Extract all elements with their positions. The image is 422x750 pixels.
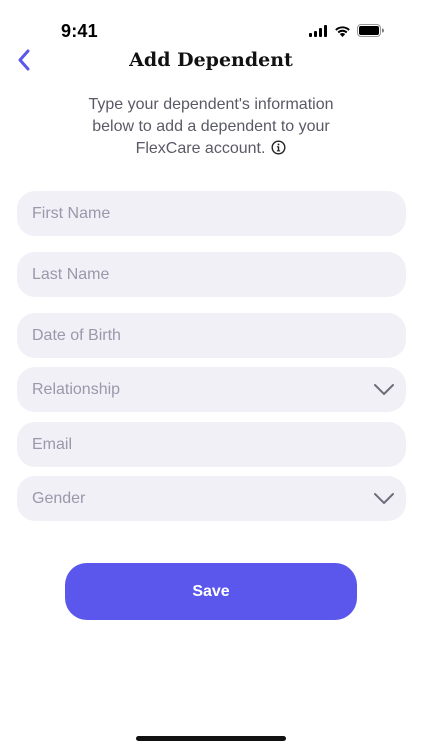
battery-icon — [357, 24, 384, 37]
date-of-birth-placeholder: Date of Birth — [32, 326, 121, 344]
status-icons — [309, 24, 384, 37]
description-line-3-text: FlexCare account. — [135, 140, 266, 157]
status-bar: 9:41 — [0, 0, 422, 50]
chevron-down-icon — [374, 493, 394, 504]
first-name-placeholder: First Name — [32, 204, 111, 222]
chevron-down-icon — [374, 384, 394, 395]
relationship-select[interactable]: Relationship — [17, 367, 406, 412]
save-button[interactable]: Save — [65, 563, 357, 620]
last-name-placeholder: Last Name — [32, 265, 110, 283]
gender-select[interactable]: Gender — [17, 476, 406, 521]
relationship-placeholder: Relationship — [32, 380, 121, 398]
email-field[interactable]: Email — [17, 422, 406, 467]
cellular-signal-icon — [309, 24, 327, 37]
description-line-1: Type your dependent's information — [88, 96, 334, 113]
page-description: Type your dependent's information below … — [60, 94, 362, 160]
status-time: 9:41 — [61, 21, 98, 41]
first-name-field[interactable]: First Name — [17, 191, 406, 236]
info-circle-icon[interactable] — [271, 140, 286, 155]
home-indicator[interactable] — [136, 736, 286, 741]
description-line-2: below to add a dependent to your — [92, 118, 330, 135]
gender-placeholder: Gender — [32, 489, 86, 507]
description-line-3: FlexCare account. — [60, 138, 362, 160]
email-placeholder: Email — [32, 435, 73, 453]
wifi-icon — [335, 25, 350, 37]
last-name-field[interactable]: Last Name — [17, 252, 406, 297]
date-of-birth-field[interactable]: Date of Birth — [17, 313, 406, 358]
page-title: Add Dependent — [129, 49, 293, 71]
